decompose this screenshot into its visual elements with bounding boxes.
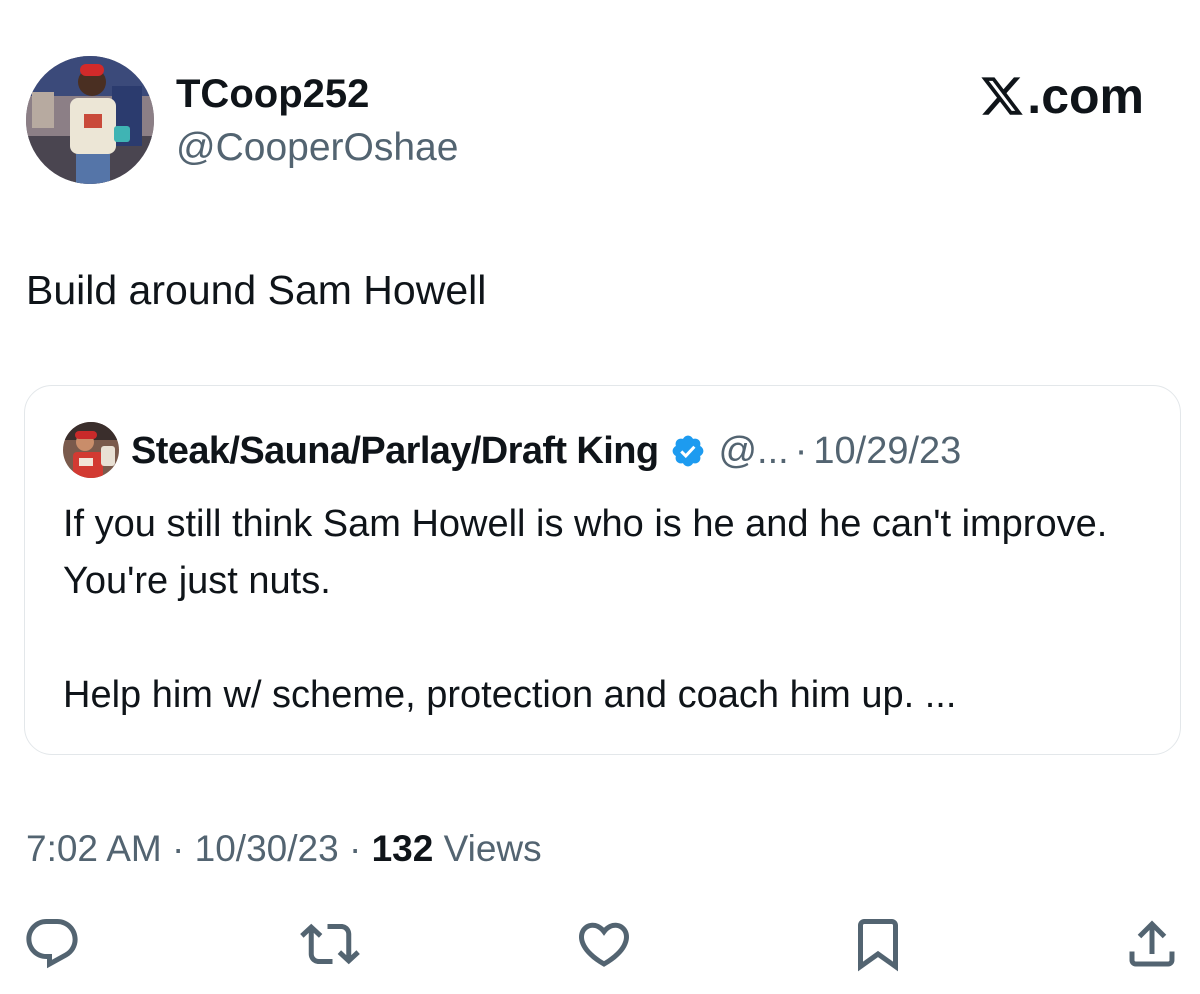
tweet-time[interactable]: 7:02 AM bbox=[26, 828, 162, 869]
quote-author-display-name[interactable]: Steak/Sauna/Parlay/Draft King bbox=[131, 426, 659, 476]
share-icon bbox=[1129, 920, 1175, 967]
tweet-date[interactable]: 10/30/23 bbox=[195, 828, 339, 869]
x-logo-icon bbox=[981, 77, 1024, 115]
retweet-button[interactable] bbox=[298, 912, 362, 976]
views-label: Views bbox=[443, 828, 542, 869]
reply-icon bbox=[26, 919, 78, 969]
bookmark-icon bbox=[858, 919, 898, 972]
tweet-meta: 7:02 AM · 10/30/23 · 132 Views bbox=[26, 824, 542, 874]
x-brand: .com bbox=[979, 68, 1144, 124]
quote-header: Steak/Sauna/Parlay/Draft King @... · 10/… bbox=[131, 426, 961, 476]
author-display-name[interactable]: TCoop252 bbox=[176, 70, 369, 118]
bookmark-button[interactable] bbox=[846, 912, 910, 976]
reply-button[interactable] bbox=[20, 912, 84, 976]
like-icon bbox=[578, 922, 630, 967]
quote-separator: · bbox=[794, 430, 808, 472]
quote-author-avatar[interactable] bbox=[63, 422, 119, 478]
author-avatar[interactable] bbox=[26, 56, 154, 184]
brand-domain: .com bbox=[1027, 68, 1144, 124]
retweet-icon bbox=[300, 923, 360, 965]
meta-separator: · bbox=[172, 828, 185, 869]
share-button[interactable] bbox=[1120, 912, 1184, 976]
tweet-text: Build around Sam Howell bbox=[26, 267, 487, 313]
verified-badge-icon bbox=[670, 433, 706, 469]
author-handle[interactable]: @CooperOshae bbox=[176, 124, 458, 172]
meta-separator: · bbox=[348, 828, 362, 869]
quote-date[interactable]: 10/29/23 bbox=[813, 426, 961, 476]
quote-text: If you still think Sam Howell is who is … bbox=[63, 503, 1108, 716]
quoted-tweet-card[interactable]: Steak/Sauna/Parlay/Draft King @... · 10/… bbox=[24, 385, 1181, 755]
like-button[interactable] bbox=[572, 912, 636, 976]
quote-author-handle[interactable]: @... bbox=[718, 426, 788, 476]
views-count: 132 bbox=[371, 828, 434, 869]
